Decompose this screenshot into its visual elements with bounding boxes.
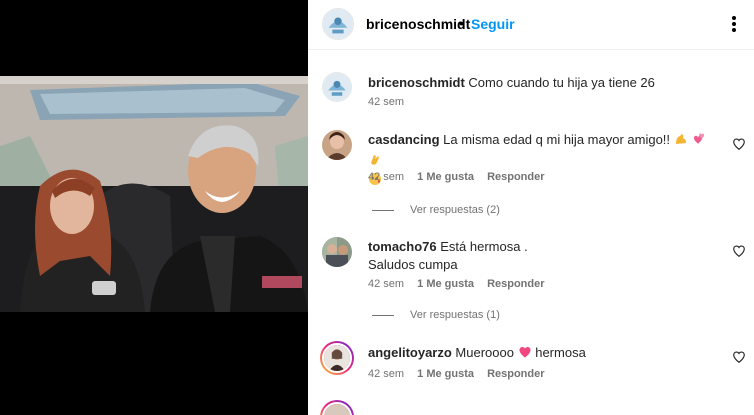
comment-meta: 42 sem 1 Me gusta Responder: [368, 368, 555, 380]
comment-body: Mueroooo: [455, 345, 514, 360]
author-username[interactable]: bricenoschmidt: [366, 16, 470, 32]
comment-item: angelitoyarzo Mueroooo hermosa 42 sem 1 …: [308, 340, 754, 390]
replies-line: [372, 314, 394, 316]
like-heart-icon[interactable]: [732, 350, 746, 364]
follow-button[interactable]: Seguir: [471, 16, 515, 32]
commenter-avatar[interactable]: [320, 341, 354, 375]
flexed-biceps-emoji: [674, 132, 688, 151]
comment-username[interactable]: angelitoyarzo: [368, 345, 452, 360]
caption-meta: 42 sem: [368, 96, 414, 108]
pink-heart-emoji: [518, 345, 532, 364]
view-replies-button[interactable]: Ver respuestas (1): [372, 309, 500, 321]
view-replies-label: Ver respuestas (2): [410, 204, 500, 216]
commenter-avatar[interactable]: [322, 130, 352, 160]
caption-avatar[interactable]: [322, 72, 352, 102]
comment-time[interactable]: 42 sem: [368, 171, 404, 183]
post-media: [0, 0, 308, 415]
caption-time[interactable]: 42 sem: [368, 96, 404, 108]
replies-line: [372, 209, 394, 211]
comment-body: La misma edad q mi hija mayor amigo!!: [443, 132, 671, 147]
comment-text: tomacho76 Está hermosa . Saludos cumpa: [368, 238, 718, 274]
view-replies-label: Ver respuestas (1): [410, 309, 500, 321]
like-heart-icon[interactable]: [732, 244, 746, 258]
comment-time[interactable]: 42 sem: [368, 278, 404, 290]
separator-dot: •: [459, 15, 464, 31]
comment-body-line2: Saludos cumpa: [368, 257, 458, 272]
comment-username[interactable]: casdancing: [368, 132, 440, 147]
author-avatar[interactable]: [322, 8, 354, 40]
comment-meta: 42 sem 1 Me gusta Responder: [368, 278, 555, 290]
more-horizontal-icon[interactable]: [724, 12, 744, 36]
comment-username[interactable]: tomacho76: [368, 239, 437, 254]
commenter-avatar[interactable]: [322, 237, 352, 267]
commenter-avatar[interactable]: [320, 400, 354, 415]
caption-username[interactable]: bricenoschmidt: [368, 75, 465, 90]
comment-item: tomacho76 Está hermosa . Saludos cumpa 4…: [308, 236, 754, 326]
clapping-hands-emoji: [368, 152, 382, 171]
caption-body: Como cuando tu hija ya tiene 26: [468, 75, 655, 90]
reply-button[interactable]: Responder: [487, 171, 544, 183]
comment-item: casdancing La misma edad q mi hija mayor…: [308, 128, 754, 220]
comment-text: angelitoyarzo Mueroooo hermosa: [368, 344, 718, 364]
caption-text: bricenoschmidt Como cuando tu hija ya ti…: [368, 74, 718, 92]
caption: bricenoschmidt Como cuando tu hija ya ti…: [308, 70, 754, 110]
comment-likes[interactable]: 1 Me gusta: [417, 278, 474, 290]
comment-likes[interactable]: 1 Me gusta: [417, 368, 474, 380]
reply-button[interactable]: Responder: [487, 278, 544, 290]
comment-body: Está hermosa .: [440, 239, 528, 254]
car-selfie-photo: [0, 76, 308, 312]
comments-panel: bricenoschmidt • Seguir bricenoschmidt C…: [308, 0, 754, 415]
comment-body-tail: hermosa: [535, 345, 586, 360]
like-heart-icon[interactable]: [732, 137, 746, 151]
comment-likes[interactable]: 1 Me gusta: [417, 171, 474, 183]
comment-meta: 42 sem 1 Me gusta Responder: [368, 171, 555, 183]
view-replies-button[interactable]: Ver respuestas (2): [372, 204, 500, 216]
reply-button[interactable]: Responder: [487, 368, 544, 380]
comment-time[interactable]: 42 sem: [368, 368, 404, 380]
two-hearts-emoji: [691, 132, 705, 151]
post-header: bricenoschmidt • Seguir: [308, 0, 754, 50]
post-photo[interactable]: [0, 76, 308, 312]
comment-item-partial: [308, 400, 754, 415]
